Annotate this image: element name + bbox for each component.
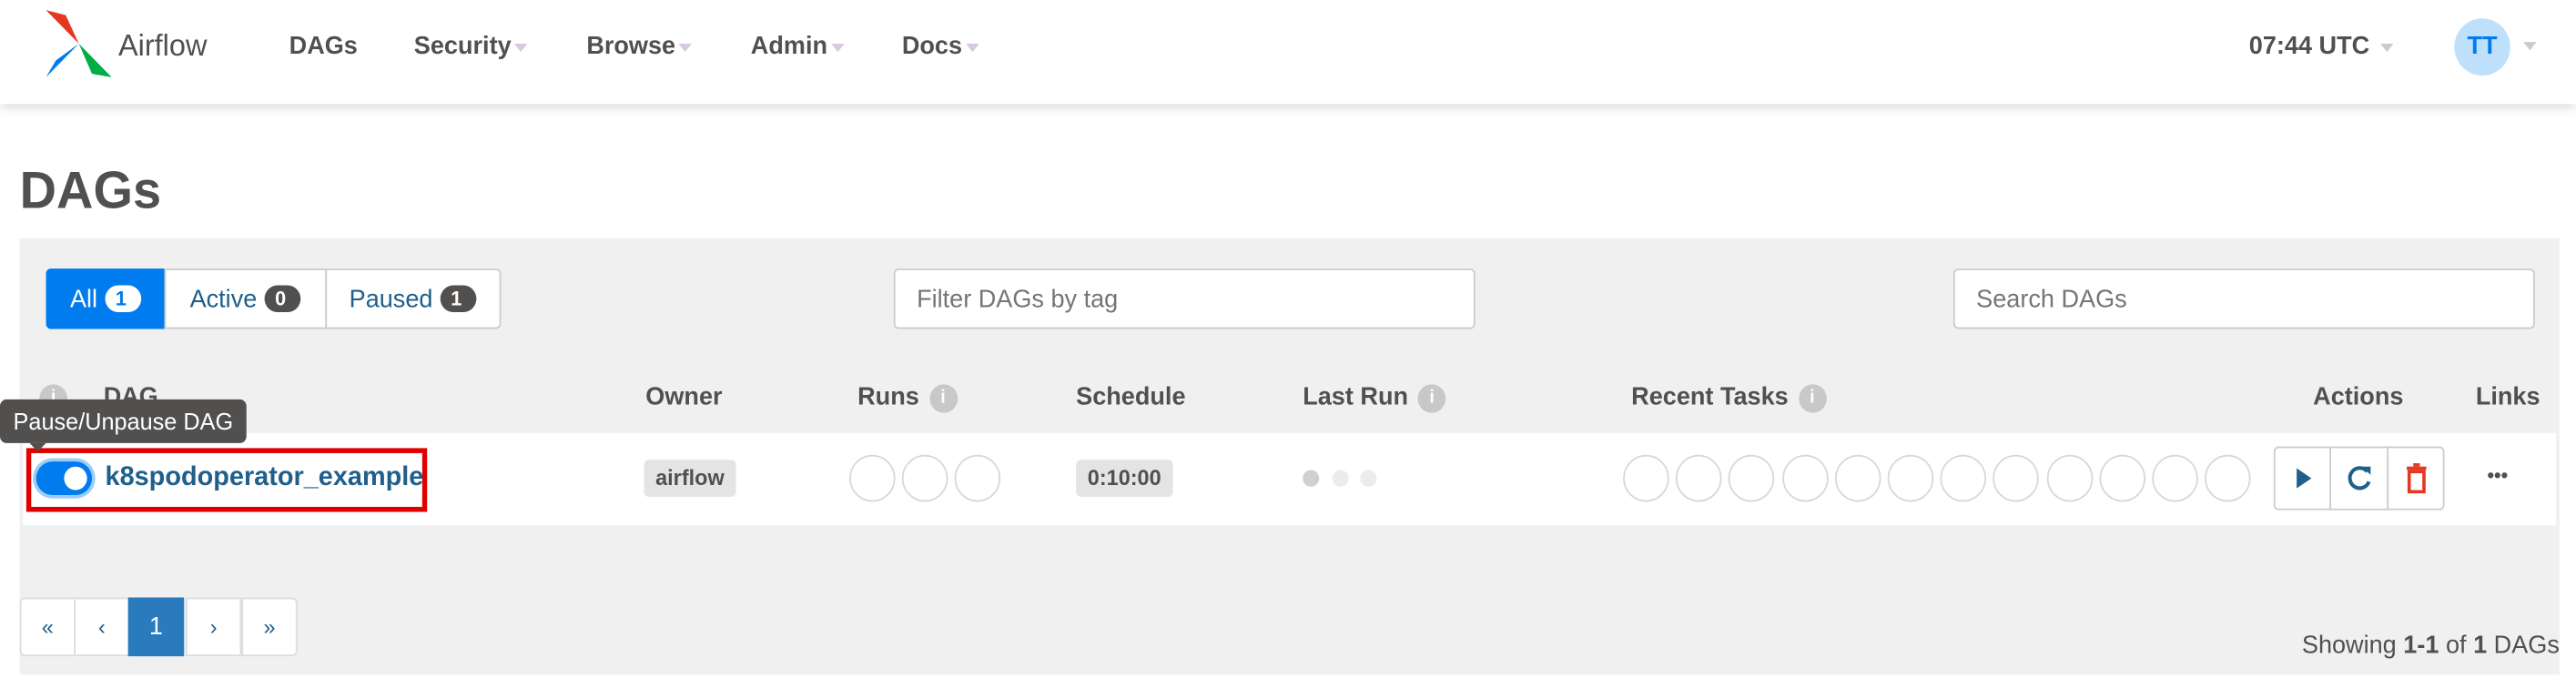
pinwheel-icon <box>46 10 112 77</box>
trigger-dag-button[interactable] <box>2273 446 2332 511</box>
user-menu[interactable]: TT <box>2454 18 2538 76</box>
header-runs: Runs i <box>857 382 958 412</box>
caret-down-icon <box>2523 42 2538 51</box>
schedule-badge[interactable]: 0:10:00 <box>1076 460 1173 497</box>
header-label: Recent Tasks <box>1631 382 1789 411</box>
task-state-circle[interactable] <box>1887 454 1934 502</box>
nav-label: Docs <box>901 32 963 61</box>
count-badge: 1 <box>441 285 478 313</box>
airflow-logo[interactable] <box>43 6 115 80</box>
page-next[interactable]: › <box>185 597 242 657</box>
task-state-circle[interactable] <box>1676 454 1722 502</box>
summary-total: 1 <box>2473 631 2488 660</box>
summary-text: of <box>2439 631 2474 660</box>
trash-icon <box>2406 462 2426 494</box>
task-state-circle[interactable] <box>1781 454 1829 502</box>
task-state-circle[interactable] <box>1834 454 1881 502</box>
run-state-circle[interactable] <box>901 454 948 502</box>
summary-range: 1-1 <box>2403 631 2439 660</box>
task-state-circle[interactable] <box>1940 454 1987 502</box>
header-label: Runs <box>857 382 919 411</box>
nav-browse[interactable]: Browse <box>586 32 693 61</box>
nav-security[interactable]: Security <box>414 32 528 60</box>
run-state-circle[interactable] <box>849 454 896 502</box>
play-icon <box>2296 468 2311 489</box>
header-owner[interactable]: Owner <box>645 382 722 410</box>
tooltip-arrow <box>29 442 46 452</box>
delete-dag-button[interactable] <box>2387 446 2445 511</box>
refresh-icon <box>2348 466 2371 491</box>
loading-dot <box>1360 470 1377 487</box>
task-state-circle[interactable] <box>1623 454 1669 502</box>
summary-text: Showing <box>2301 631 2404 660</box>
task-state-circle[interactable] <box>2046 454 2093 502</box>
navbar: Airflow DAGs Security Browse Admin Docs … <box>0 0 2576 105</box>
summary-text: DAGs <box>2487 631 2560 660</box>
search-dags-input[interactable] <box>1952 268 2535 329</box>
task-state-circle[interactable] <box>2205 454 2251 502</box>
filter-all-button[interactable]: All 1 <box>46 268 167 329</box>
caret-down-icon <box>678 43 693 52</box>
header-links: Links <box>2475 382 2541 411</box>
brand-name[interactable]: Airflow <box>118 28 207 64</box>
caret-down-icon <box>2379 43 2393 52</box>
nav-label: Admin <box>750 32 828 61</box>
task-state-circle[interactable] <box>2152 454 2198 502</box>
tooltip: Pause/Unpause DAG <box>0 399 247 452</box>
count-badge: 1 <box>106 285 142 313</box>
time-label: 07:44 UTC <box>2248 32 2370 61</box>
task-state-circle[interactable] <box>2099 454 2145 502</box>
filter-label: All <box>69 284 98 313</box>
nav-label: Browse <box>586 32 676 61</box>
run-state-circle[interactable] <box>954 454 1001 502</box>
refresh-dag-button[interactable] <box>2329 446 2389 511</box>
caret-down-icon <box>830 43 845 52</box>
filter-active-button[interactable]: Active 0 <box>164 268 328 329</box>
page-prev[interactable]: ‹ <box>74 597 130 657</box>
dag-link[interactable]: k8spodoperator_example <box>106 463 424 493</box>
info-icon[interactable]: i <box>928 383 958 412</box>
filter-label: Active <box>189 284 258 313</box>
links-menu[interactable]: ••• <box>2487 463 2508 487</box>
nav-docs[interactable]: Docs <box>902 32 979 60</box>
loading-dot <box>1332 470 1349 487</box>
count-badge: 0 <box>265 285 302 313</box>
timezone-dropdown[interactable]: 07:44 UTC <box>2249 32 2393 60</box>
nav-dags[interactable]: DAGs <box>289 32 358 60</box>
header-last-run: Last Run i <box>1303 382 1446 412</box>
page-title: DAGs <box>19 161 162 220</box>
tag-filter-input[interactable] <box>893 268 1476 329</box>
caret-down-icon <box>965 43 979 52</box>
header-recent-tasks: Recent Tasks i <box>1631 382 1827 412</box>
page-1[interactable]: 1 <box>127 597 185 657</box>
nav-admin[interactable]: Admin <box>750 32 845 61</box>
nav-label: Security <box>413 32 512 61</box>
header-actions: Actions <box>2313 382 2404 411</box>
owner-badge[interactable]: airflow <box>644 460 736 497</box>
pause-toggle[interactable] <box>35 461 93 496</box>
pagination-summary: Showing 1-1 of 1 DAGs <box>2288 602 2560 688</box>
header-label: Last Run <box>1303 382 1409 411</box>
tooltip-text: Pause/Unpause DAG <box>13 408 234 435</box>
page-last[interactable]: » <box>241 597 298 657</box>
nav-label: DAGs <box>289 32 358 61</box>
info-icon[interactable]: i <box>1417 383 1446 412</box>
loading-dot <box>1303 470 1320 487</box>
avatar: TT <box>2454 18 2510 76</box>
toggle-knob <box>64 466 87 491</box>
header-schedule: Schedule <box>1076 382 1186 411</box>
info-icon[interactable]: i <box>1798 383 1827 412</box>
page-first[interactable]: « <box>19 597 76 657</box>
caret-down-icon <box>514 43 528 52</box>
filter-label: Paused <box>349 284 433 313</box>
filter-paused-button[interactable]: Paused 1 <box>325 268 502 329</box>
